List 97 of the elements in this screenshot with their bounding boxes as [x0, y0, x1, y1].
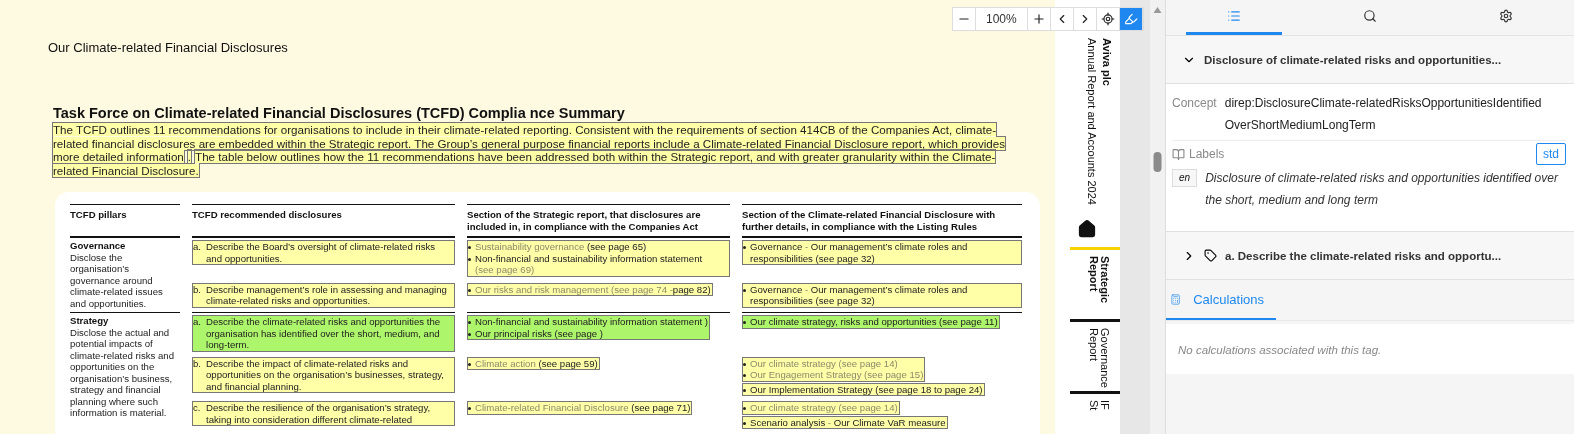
pillar-description: Disclose the actual and potential impacts of climate-related risks and opportunities on the organisation’s business, strategy and financial planning where such information is material.: [70, 326, 175, 419]
company-name: Aviva plc: [1101, 38, 1113, 88]
list-text: Our risks and risk management (see page 74 -page 82): [475, 283, 711, 296]
tagged-fact[interactable]: Our climate strategy (see page 14): [742, 401, 900, 415]
list-text: Non-financial and sustainability information statement (see page 69): [475, 252, 704, 276]
link[interactable]: Our risks and risk management (see page 74 -: [475, 283, 673, 295]
bullet-icon: [743, 321, 746, 324]
tagged-fact[interactable]: Governance - Our management’s climate roles and responsibilities (see page 32): [742, 240, 1022, 265]
list-text: Governance - Our management’s climate roles and responsibilities (see page 32): [750, 283, 969, 307]
link[interactable]: Sustainability governance: [475, 241, 585, 252]
list-marker: b.: [193, 283, 202, 297]
column-header: TCFD pillars: [70, 204, 180, 237]
tagged-fact[interactable]: Climate action (see page 59): [467, 356, 600, 370]
tagged-fact[interactable]: Non-financial and sustainability information statement ) Our principal risks (see page ): [467, 315, 711, 340]
column-header: TCFD recommended disclosures: [192, 204, 455, 237]
disclosure-text: Describe the climate-related risks and opportunities the organisation has identified over the short, medium, and long-term.: [206, 316, 442, 351]
highlighter-icon: [1123, 12, 1138, 26]
disclosure-text: Describe management’s role in assessing and managing climate-related risks and opportunities.: [206, 283, 448, 307]
bullet-icon: [743, 246, 746, 249]
link[interactable]: Our Engagement Strategy (see page 15): [750, 369, 924, 380]
link[interactable]: Our climate strategy (see page 14): [750, 402, 898, 413]
crosshair-icon: [1100, 12, 1115, 26]
list-text: Our principal risks (see page ): [475, 327, 603, 339]
column-header: Section of the Climate-related Financial Disclosure with further details, in compliance with the Listing Rules: [742, 204, 1022, 237]
bullet-icon: [468, 407, 471, 410]
labels-heading: Labels: [1189, 147, 1225, 161]
bullet-icon: [743, 288, 746, 292]
tagged-fact[interactable]: Our climate strategy (see page 14) Our Engagement Strategy (see page 15): [742, 356, 926, 382]
tagged-fact[interactable]: a. Describe the Board’s oversight of climate-related risks and opportunities.: [192, 240, 455, 265]
bullet-icon: [743, 388, 746, 392]
link[interactable]: Climate-related Financial Disclosure: [475, 402, 629, 413]
list-text: Our climate strategy, risks and opportunities (see page 11): [750, 316, 998, 328]
list-marker: b.: [193, 357, 202, 371]
concept-value: direp:DisclosureClimate-relatedRisksOpportunitiesIdentifiedOverShortMediumLongTerm: [1224, 95, 1543, 134]
link[interactable]: (see page 69): [475, 264, 535, 275]
link[interactable]: -: [802, 283, 811, 295]
intro-paragraph: The TCFD outlines 11 recommendations for organisations to include in their climate-related reporting. Consistent with the requirements of section 414CB of the Companies Act, climate-related financial disclosures are embedded within the Strategic report. The Group’s general purpose financial reports include a Climate-related Financial Disclosure report, which provides more detailed information . The table below outlines how the 11 recommendations have been addressed both within the Strategic report, and with greater granularity within the Climate-related Financial Disclosure.: [53, 123, 1007, 177]
list-marker: a.: [193, 316, 202, 329]
list-icon: [1227, 9, 1241, 23]
section-title: Our Climate-related Financial Disclosures: [48, 40, 289, 55]
tagged-fact[interactable]: Our climate strategy, risks and opportunities (see page 11): [742, 315, 1000, 329]
link[interactable]: -: [802, 241, 811, 252]
list-text: Non-financial and sustainability information statement ): [475, 316, 709, 328]
bullet-icon: [743, 374, 746, 377]
bullet-icon: [743, 421, 746, 425]
bullet-icon: [468, 321, 471, 324]
link[interactable]: Climate action: [475, 357, 536, 369]
link[interactable]: Our climate strategy (see page 14): [750, 357, 898, 369]
tagged-fact[interactable]: b. Describe the impact of climate-related risks and opportunities on the organisation’s businesses, strategy, and financial planning.: [192, 356, 455, 393]
calculator-icon: [1170, 292, 1182, 307]
pillar-description: Disclose the organisation’s governance around climate-related issues and opportunities.: [70, 251, 164, 309]
tagged-fact[interactable]: c. Describe the resilience of the organisation’s strategy, taking into consideration different climate-related: [192, 401, 455, 426]
plus-icon: [1031, 12, 1046, 26]
scrollbar[interactable]: [1150, 0, 1165, 434]
list-text: Climate action (see page 59): [475, 357, 598, 369]
tagged-fact[interactable]: b. Describe management’s role in assessing and managing climate-related risks and opportunities.: [192, 282, 455, 308]
tagged-fact[interactable]: Governance - Our management’s climate roles and responsibilities (see page 32): [742, 282, 1022, 308]
home-icon[interactable]: [1077, 218, 1097, 239]
list-marker: a.: [193, 241, 202, 254]
concept-label: Concept: [1172, 95, 1217, 112]
list-text: Sustainability governance (see page 65): [475, 241, 647, 253]
tagged-fact[interactable]: Our Implementation Strategy (see page 18 to page 24): [742, 382, 985, 396]
column-header: Section of the Strategic report, that disclosures are included in, in compliance with the Companies Act: [467, 204, 730, 237]
report-title: Annual Report and Accounts 2024: [1086, 38, 1098, 205]
disclosure-text: Describe the Board’s oversight of climate-related risks and opportunities.: [206, 241, 437, 264]
bullet-icon: [468, 332, 471, 336]
list-text: Scenario analysis - Our Climate VaR measure: [750, 416, 946, 428]
page-heading: Task Force on Climate-related Financial Disclosures (TCFD) Complia nce Summary: [53, 105, 626, 121]
label-text: Disclosure of climate-related risks and opportunities identified over the short, medium and long term: [1205, 170, 1560, 209]
tagged-fact[interactable]: a. Describe the climate-related risks and opportunities the organisation has identified over the short, medium, and long-term.: [192, 315, 455, 352]
bullet-icon: [743, 362, 746, 366]
bullet-icon: [468, 246, 471, 249]
empty-message: No calculations associated with this tag.: [1178, 344, 1382, 356]
bullet-icon: [743, 407, 746, 410]
search-icon: [1363, 9, 1377, 23]
zoom-level: 100%: [976, 8, 1028, 30]
disclosure-text: Describe the impact of climate-related risks and opportunities on the organisation’s businesses, strategy, and financial planning.: [206, 357, 446, 392]
link[interactable]: -: [825, 416, 834, 428]
bullet-icon: [468, 288, 471, 292]
bullet-icon: [468, 257, 471, 261]
tag-icon: [1204, 249, 1217, 262]
settings-icon: [1499, 9, 1513, 23]
language-tag: en: [1172, 169, 1198, 187]
list-text: Climate-related Financial Disclosure (see page 71): [475, 402, 691, 414]
disclosure-text: Describe the resilience of the organisation’s strategy, taking into consideration different climate-related: [206, 402, 432, 425]
tagged-fact[interactable]: Climate-related Financial Disclosure (see page 71): [467, 401, 693, 415]
tagged-fact[interactable]: Sustainability governance (see page 65) Non-financial and sustainability information statement (see page 69): [467, 240, 730, 277]
list-text: Our Implementation Strategy (see page 18 to page 24): [750, 383, 983, 395]
bullet-icon: [468, 362, 471, 366]
tagged-fact[interactable]: Scenario analysis - Our Climate VaR measure: [742, 415, 948, 429]
tagged-fact[interactable]: Our risks and risk management (see page 74 -page 82): [467, 282, 713, 297]
list-text: Governance - Our management’s climate roles and responsibilities (see page 32): [750, 241, 969, 264]
list-marker: c.: [193, 402, 202, 415]
label-role-button[interactable]: std: [1536, 143, 1566, 165]
book-icon: [1172, 147, 1185, 161]
pillar-name: Governance: [70, 240, 127, 252]
pillar-name: Strategy: [70, 315, 110, 327]
